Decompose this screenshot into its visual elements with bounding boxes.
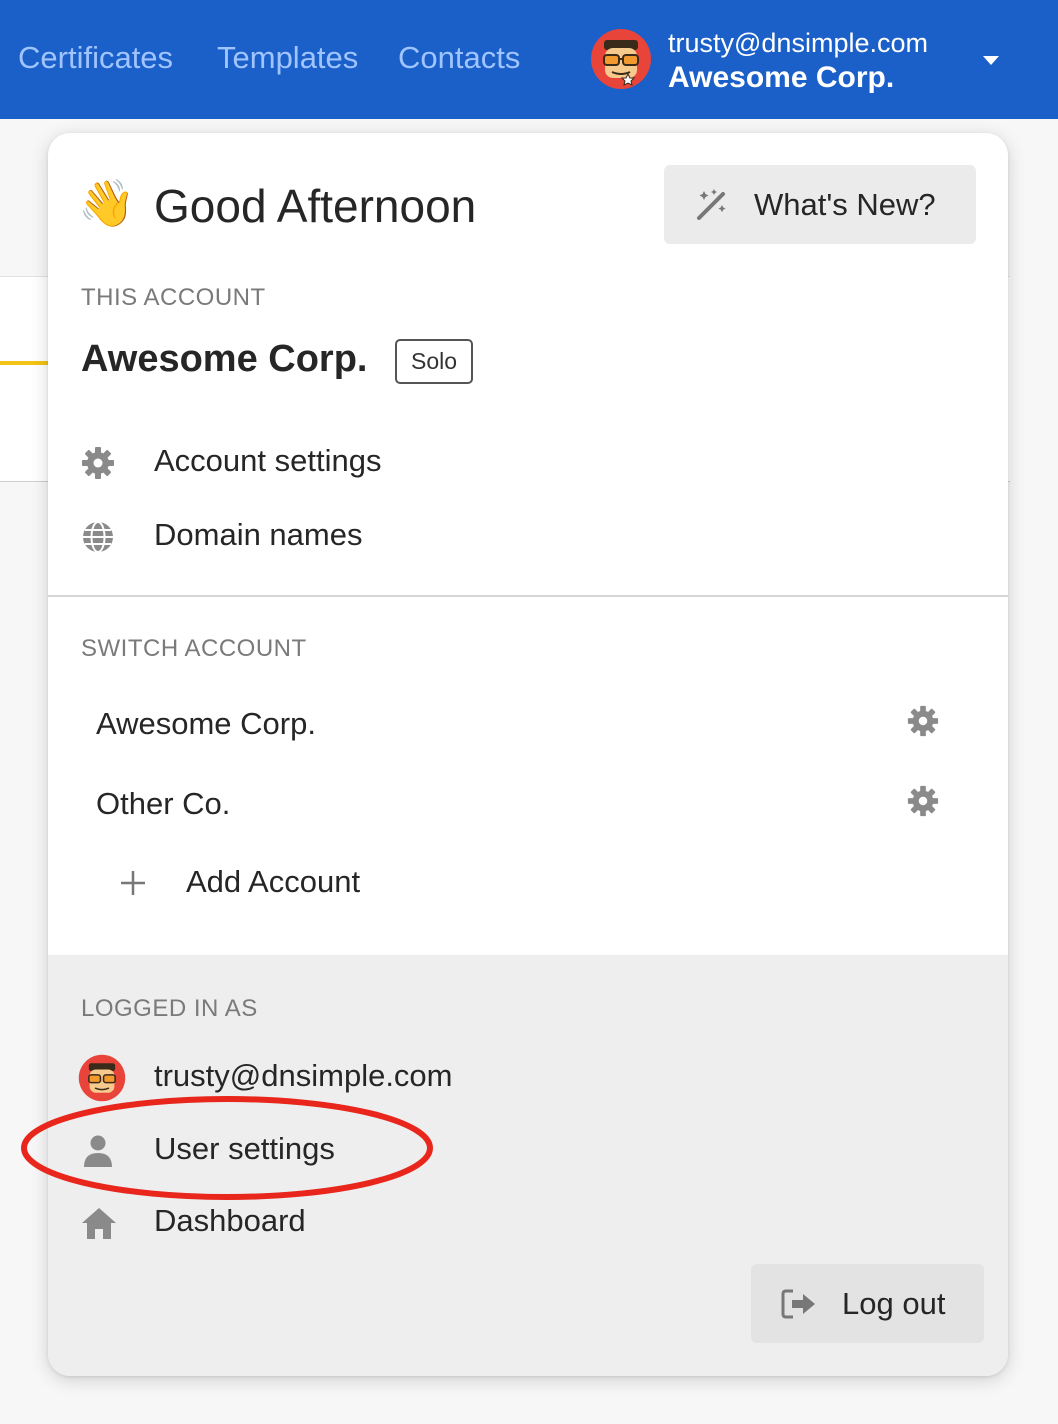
switch-account-name: Awesome Corp. <box>96 706 316 741</box>
this-account-section-label: THIS ACCOUNT <box>81 284 266 311</box>
gear-icon[interactable] <box>906 704 940 743</box>
dashboard-label: Dashboard <box>154 1203 306 1238</box>
chevron-down-icon <box>982 54 1000 72</box>
account-settings-label: Account settings <box>154 443 382 478</box>
dashboard-link[interactable]: Dashboard <box>78 1197 958 1247</box>
avatar <box>590 28 652 95</box>
switch-account-name: Other Co. <box>96 786 231 821</box>
account-settings-link[interactable]: Account settings <box>78 437 958 487</box>
home-icon <box>80 1205 118 1246</box>
nav-user-email: trusty@dnsimple.com <box>668 28 928 58</box>
domain-names-label: Domain names <box>154 517 363 552</box>
add-account-button[interactable]: Add Account <box>116 858 616 908</box>
domain-names-link[interactable]: Domain names <box>78 511 958 561</box>
add-account-label: Add Account <box>186 864 361 899</box>
current-account-name: Awesome Corp. <box>81 338 368 380</box>
switch-account-item[interactable]: Other Co. <box>96 776 956 832</box>
globe-icon <box>80 519 116 560</box>
plan-badge: Solo <box>395 339 474 384</box>
nav-link-contacts[interactable]: Contacts <box>398 40 520 76</box>
nav-link-certificates[interactable]: Certificates <box>18 40 173 76</box>
section-divider <box>48 595 1008 597</box>
switch-account-item[interactable]: Awesome Corp. <box>96 696 956 752</box>
logout-button[interactable]: Log out <box>751 1264 984 1343</box>
switch-account-section-label: SWITCH ACCOUNT <box>81 635 307 662</box>
gear-icon <box>80 445 116 486</box>
logout-label: Log out <box>842 1286 946 1321</box>
whats-new-label: What's New? <box>754 187 936 222</box>
logged-in-as-section-label: LOGGED IN AS <box>81 995 258 1022</box>
sign-out-icon <box>781 1288 817 1325</box>
greeting-heading: Good Afternoon <box>154 180 477 232</box>
top-navigation-bar: Certificates Templates Contacts trusty@d… <box>0 0 1058 119</box>
logged-in-email: trusty@dnsimple.com <box>154 1058 453 1093</box>
nav-link-templates[interactable]: Templates <box>217 40 358 76</box>
nav-account-name: Awesome Corp. <box>668 61 895 94</box>
whats-new-button[interactable]: What's New? <box>664 165 976 244</box>
highlight-annotation <box>21 1096 433 1200</box>
waving-hand-icon: 👋 <box>78 177 136 229</box>
magic-wand-icon <box>694 187 730 228</box>
plus-icon <box>118 868 148 903</box>
gear-icon[interactable] <box>906 784 940 823</box>
account-menu-toggle[interactable]: trusty@dnsimple.com Awesome Corp. <box>590 28 1050 98</box>
